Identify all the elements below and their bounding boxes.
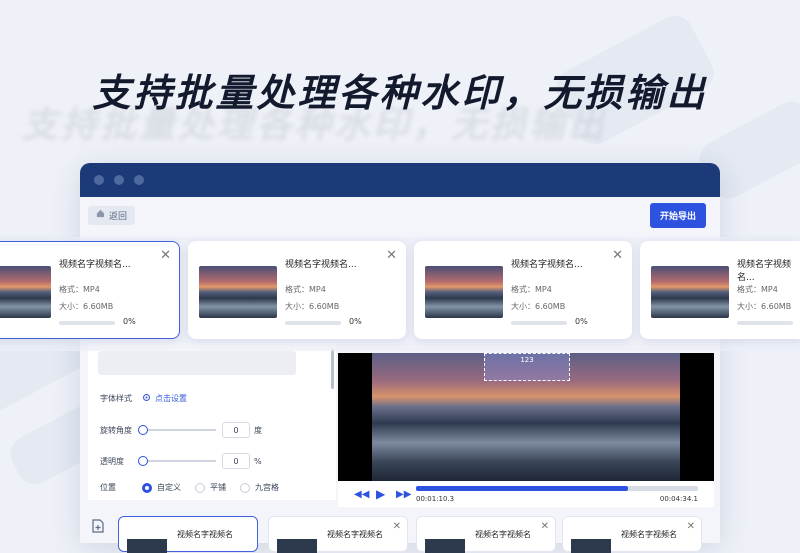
video-thumbnail: [199, 266, 277, 318]
file-card[interactable]: 视频名字视频名... 格式：MP4 大小：6.60MB 0% ✕: [414, 241, 632, 339]
slider-knob[interactable]: [138, 425, 148, 435]
video-frame[interactable]: 123: [338, 353, 714, 481]
position-row: 位置 自定义 平铺 九宫格: [100, 482, 293, 493]
video-thumbnail: [127, 539, 167, 553]
gear-icon: [142, 393, 151, 404]
file-progress: 0%: [123, 317, 136, 326]
rotation-slider[interactable]: [138, 425, 216, 435]
rotation-label: 旋转角度: [100, 425, 132, 435]
file-card[interactable]: 视频名字视频名... 格式：MP4 大小：6.60MB 0% ✕: [188, 241, 406, 339]
file-name: 视频名字视频名...: [59, 260, 131, 270]
rotation-value[interactable]: 0: [222, 422, 250, 438]
file-card[interactable]: 视频名字视频名... 格式：MP4 大小：6.60MB 0% ✕: [0, 241, 180, 339]
toolbar: 返回 开始导出: [80, 197, 720, 233]
radio-custom[interactable]: 自定义: [142, 482, 181, 493]
file-progress-bar: [511, 321, 567, 325]
file-format: 格式：MP4: [59, 285, 100, 294]
window-dot[interactable]: [94, 175, 104, 185]
video-thumbnail: [277, 539, 317, 553]
title-bar: [80, 163, 720, 197]
file-card-strip: 视频名字视频名... 格式：MP4 大小：6.60MB 0% ✕ 视频名字视频名…: [0, 237, 800, 351]
opacity-value[interactable]: 0: [222, 453, 250, 469]
file-progress-bar: [737, 321, 793, 325]
font-style-link-text: 点击设置: [155, 394, 187, 403]
file-progress: 0%: [575, 317, 588, 326]
rotation-unit: 度: [254, 425, 262, 435]
start-export-button[interactable]: 开始导出: [649, 202, 706, 228]
window-dot[interactable]: [114, 175, 124, 185]
position-label: 位置: [100, 483, 116, 492]
mini-file-card[interactable]: 视频名字视频名 ✕: [562, 516, 702, 553]
close-icon[interactable]: ✕: [541, 521, 549, 532]
progress-fill: [416, 486, 628, 491]
mini-file-name: 视频名字视频名: [177, 530, 233, 539]
mini-file-name: 视频名字视频名: [621, 530, 677, 539]
fast-forward-icon[interactable]: ▶▶: [396, 489, 411, 500]
bottom-file-strip: 视频名字视频名 视频名字视频名 ✕ 视频名字视频名 ✕ 视频名字视频名 ✕: [80, 510, 720, 553]
file-card[interactable]: 视频名字视频名... 格式：MP4 大小：6.60MB: [640, 241, 800, 339]
rotation-row: 旋转角度 0 度: [100, 422, 262, 438]
video-thumbnail: [0, 266, 51, 318]
mini-file-name: 视频名字视频名: [327, 530, 383, 539]
playback-controls: ◀◀ ▶ ▶▶ 00:01:10.3 00:04:34.1: [338, 483, 714, 507]
vertical-scrollbar[interactable]: [331, 349, 334, 389]
back-label: 返回: [109, 211, 128, 222]
video-preview-panel: 123 ◀◀ ▶ ▶▶ 00:01:10.3 00:04:34.1: [338, 353, 714, 507]
back-button[interactable]: 返回: [88, 205, 136, 225]
file-size: 大小：6.60MB: [285, 302, 340, 311]
mini-file-card[interactable]: 视频名字视频名: [118, 516, 258, 553]
video-thumbnail: [425, 539, 465, 553]
rewind-icon[interactable]: ◀◀: [354, 489, 369, 500]
settings-panel: 字体样式 点击设置 旋转角度 0 度 透明度 0 % 位置 自定义 平铺 九宫格: [88, 343, 336, 500]
file-format: 格式：MP4: [737, 285, 778, 294]
mini-file-card[interactable]: 视频名字视频名 ✕: [268, 516, 408, 553]
opacity-unit: %: [254, 456, 262, 466]
video-thumbnail: [425, 266, 503, 318]
font-style-link[interactable]: 点击设置: [142, 393, 187, 404]
video-thumbnail: [571, 539, 611, 553]
file-name: 视频名字视频名...: [737, 260, 792, 283]
close-icon[interactable]: ✕: [160, 248, 171, 263]
mini-file-name: 视频名字视频名: [475, 530, 531, 539]
file-format: 格式：MP4: [285, 285, 326, 294]
watermark-text: 123: [520, 356, 534, 364]
file-name: 视频名字视频名...: [285, 260, 357, 270]
total-time: 00:04:34.1: [659, 495, 698, 503]
slider-knob[interactable]: [138, 456, 148, 466]
radio-nine-grid[interactable]: 九宫格: [240, 482, 279, 493]
close-icon[interactable]: ✕: [612, 248, 623, 263]
radio-tile[interactable]: 平铺: [195, 482, 226, 493]
watermark-box[interactable]: 123: [484, 353, 570, 381]
add-file-icon[interactable]: [92, 518, 104, 537]
current-time: 00:01:10.3: [416, 495, 455, 503]
opacity-slider[interactable]: [138, 456, 216, 466]
close-icon[interactable]: ✕: [687, 521, 695, 532]
close-icon[interactable]: ✕: [386, 248, 397, 263]
file-size: 大小：6.60MB: [737, 302, 792, 311]
file-progress-bar: [285, 321, 341, 325]
font-style-label: 字体样式: [100, 394, 132, 403]
video-thumbnail: [651, 266, 729, 318]
file-size: 大小：6.60MB: [59, 302, 114, 311]
text-input-box[interactable]: [98, 351, 296, 375]
mini-file-card[interactable]: 视频名字视频名 ✕: [416, 516, 556, 553]
font-style-row: 字体样式 点击设置: [100, 393, 187, 404]
home-icon: [96, 209, 105, 221]
opacity-row: 透明度 0 %: [100, 453, 262, 469]
close-icon[interactable]: ✕: [393, 521, 401, 532]
play-icon[interactable]: ▶: [376, 487, 385, 501]
opacity-label: 透明度: [100, 456, 124, 466]
file-name: 视频名字视频名...: [511, 260, 583, 270]
file-progress-bar: [59, 321, 115, 325]
file-format: 格式：MP4: [511, 285, 552, 294]
file-progress: 0%: [349, 317, 362, 326]
progress-bar[interactable]: [416, 486, 698, 491]
headline: 支持批量处理各种水印，无损输出: [92, 71, 708, 115]
file-size: 大小：6.60MB: [511, 302, 566, 311]
window-dot[interactable]: [134, 175, 144, 185]
app-window: 返回 开始导出 字体样式 点击设置 旋转角度 0 度 透明度 0 % 位置 自定…: [80, 163, 720, 543]
